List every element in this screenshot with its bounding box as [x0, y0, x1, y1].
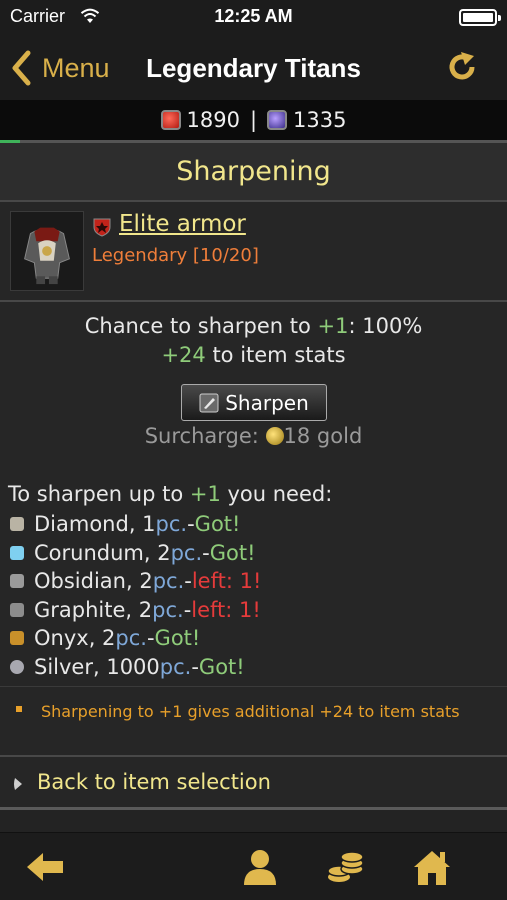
surcharge: Surcharge: 18 gold	[0, 424, 507, 448]
material-unit: pc.	[115, 626, 147, 651]
material-item: Obsidian, 2 pc. - left: 1!	[10, 567, 261, 596]
gold-coin-icon	[265, 427, 284, 445]
note-bullet	[16, 706, 22, 712]
red-resource-count: 1890	[186, 108, 240, 132]
requirements-title: To sharpen up to +1 you need:	[8, 482, 332, 506]
material-dash: -	[146, 626, 155, 651]
material-name: Diamond, 1	[34, 512, 156, 537]
material-dash: -	[183, 597, 192, 622]
material-name: Silver, 1000	[34, 654, 160, 679]
material-dash: -	[202, 540, 210, 565]
resource-bar: 1890 | 1335	[0, 100, 507, 140]
material-status: Got!	[198, 654, 245, 679]
resource-separator: |	[249, 108, 258, 132]
material-dash: -	[187, 512, 195, 537]
diamond-icon	[10, 517, 24, 532]
material-unit: pc.	[170, 540, 203, 565]
divider	[0, 300, 507, 302]
bonus-suffix: to item stats	[205, 343, 346, 367]
armor-image	[10, 211, 84, 291]
sharpen-icon	[199, 393, 219, 412]
bonus-value: +24	[161, 343, 206, 367]
coins-icon[interactable]	[325, 847, 365, 887]
profile-icon[interactable]	[240, 847, 280, 887]
material-status: Got!	[154, 626, 201, 651]
sharpen-button[interactable]: Sharpen	[181, 384, 327, 421]
material-unit: pc.	[152, 569, 185, 594]
silver-icon	[10, 659, 24, 674]
material-item: Diamond, 1 pc. - Got!	[10, 510, 261, 539]
material-dash: -	[191, 654, 199, 679]
item-name-link[interactable]: Elite armor	[119, 211, 246, 237]
requirements-prefix: To sharpen up to	[8, 482, 190, 506]
graphite-icon	[10, 602, 24, 617]
material-item: Onyx, 2 pc. - Got!	[10, 624, 261, 653]
list-edge	[0, 810, 507, 832]
material-dash: -	[184, 569, 192, 594]
item-row: Elite armor Legendary [10/20]	[0, 202, 507, 300]
chance-prefix: Chance to sharpen to	[84, 314, 318, 338]
material-item: Corundum, 2 pc. - Got!	[10, 539, 261, 568]
onyx-icon	[10, 631, 24, 646]
home-icon[interactable]	[412, 847, 452, 887]
surcharge-label: Surcharge:	[144, 424, 266, 448]
sharpen-button-label: Sharpen	[225, 390, 309, 415]
item-rarity: Legendary [10/20]	[92, 245, 259, 266]
requirements-suffix: you need:	[220, 482, 333, 506]
nav-bar: Menu Legendary Titans	[0, 34, 507, 100]
material-unit: pc.	[155, 512, 188, 537]
chance-info: Chance to sharpen to +1: 100% +24 to ite…	[0, 312, 507, 370]
material-name: Obsidian, 2	[34, 569, 153, 594]
purple-resource-count: 1335	[293, 108, 347, 132]
material-status: left: 1!	[191, 597, 261, 622]
material-status: left: 1!	[191, 569, 262, 594]
legendary-shield-icon	[93, 218, 111, 237]
page-title: Legendary Titans	[146, 53, 361, 83]
material-name: Onyx, 2	[34, 626, 116, 651]
divider	[0, 686, 507, 687]
purple-gem-icon	[267, 110, 288, 130]
material-name: Corundum, 2	[34, 540, 171, 565]
status-bar: Carrier 12:25 AM	[0, 0, 507, 34]
note-text: Sharpening to +1 gives additional +24 to…	[41, 702, 460, 721]
clock: 12:25 AM	[214, 6, 293, 26]
material-name: Graphite, 2	[34, 597, 153, 622]
material-unit: pc.	[152, 597, 184, 622]
refresh-icon[interactable]	[445, 50, 479, 84]
bottom-tab-bar	[0, 832, 507, 900]
material-item: Graphite, 2 pc. - left: 1!	[10, 596, 261, 625]
chance-level: +1	[317, 314, 349, 338]
back-arrow-icon[interactable]	[25, 847, 65, 887]
arrow-bullet-icon	[14, 778, 22, 790]
obsidian-icon	[10, 574, 24, 589]
material-status: Got!	[194, 512, 241, 537]
chance-suffix: : 100%	[348, 314, 423, 338]
red-gem-icon	[160, 110, 181, 130]
material-status: Got!	[209, 540, 256, 565]
corundum-icon	[10, 545, 24, 560]
back-to-item-selection-link[interactable]: Back to item selection	[37, 770, 271, 794]
battery-icon	[459, 9, 501, 26]
info-note: Sharpening to +1 gives additional +24 to…	[0, 690, 507, 755]
material-item: Silver, 1000 pc. - Got!	[10, 653, 261, 682]
material-unit: pc.	[159, 654, 192, 679]
section-title: Sharpening	[0, 143, 507, 200]
back-to-item-selection-row[interactable]: Back to item selection	[0, 757, 507, 807]
materials-list: Diamond, 1 pc. - Got! Corundum, 2 pc. - G…	[10, 510, 261, 681]
requirements-level: +1	[189, 482, 221, 506]
surcharge-amount: 18 gold	[283, 424, 363, 448]
